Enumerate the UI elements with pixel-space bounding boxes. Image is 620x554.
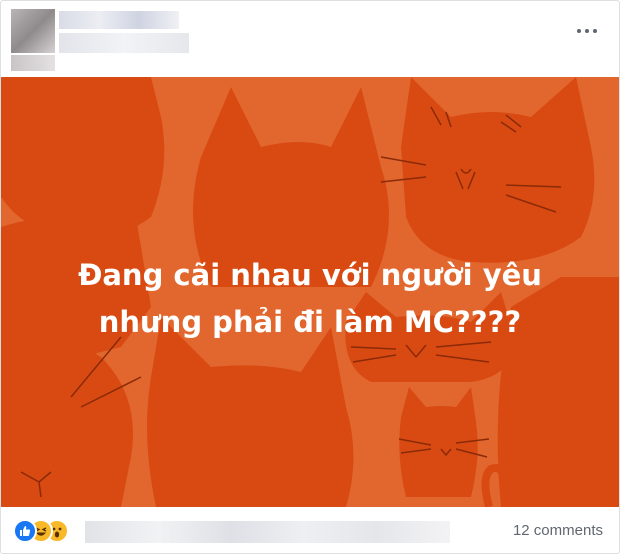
- caption-line-2: nhưng phải đi làm MC????: [98, 305, 522, 339]
- post-meta-redacted: [59, 33, 189, 53]
- more-options-button[interactable]: [575, 21, 599, 41]
- reactions-bar: 12 comments: [1, 509, 619, 553]
- caption-line-1: Đang cãi nhau với người yêu: [78, 258, 542, 292]
- comments-count-link[interactable]: 12 comments: [513, 522, 603, 539]
- post-header: [11, 9, 611, 73]
- reactor-names-redacted[interactable]: [85, 521, 450, 543]
- post-card: Đang cãi nhau với người yêu nhưng phải đ…: [0, 0, 620, 554]
- reaction-icons[interactable]: [13, 519, 83, 543]
- post-image[interactable]: Đang cãi nhau với người yêu nhưng phải đ…: [1, 77, 619, 507]
- image-caption: Đang cãi nhau với người yêu nhưng phải đ…: [1, 252, 619, 346]
- author-avatar-redacted[interactable]: [11, 9, 55, 53]
- author-extra-redacted: [11, 55, 55, 71]
- more-horizontal-icon: [577, 29, 581, 33]
- like-icon: [13, 519, 37, 543]
- author-name-redacted[interactable]: [59, 11, 179, 29]
